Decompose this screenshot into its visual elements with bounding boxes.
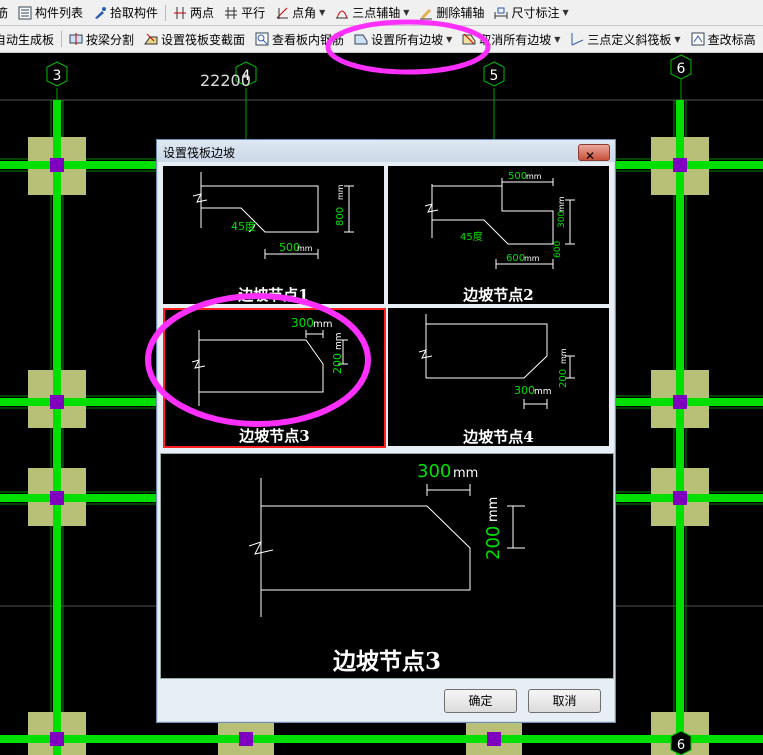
svg-text:mm: mm — [526, 172, 542, 181]
parallel-axis-button[interactable]: 平行 — [219, 2, 270, 24]
toolbar1-item-0[interactable]: 筋 — [0, 2, 13, 24]
svg-text:mm: mm — [524, 254, 540, 263]
svg-text:mm: mm — [453, 466, 478, 481]
svg-text:6: 6 — [677, 738, 685, 753]
three-point-axis-icon — [336, 10, 349, 18]
axis-bubble-5: 5 — [483, 61, 505, 87]
auto-generate-slab-button[interactable]: 自动生成板 — [0, 28, 59, 50]
cancel-button[interactable]: 取消 — [528, 689, 601, 713]
slope-node-4-option[interactable]: 300 mm 200 mm 边坡节点4 — [388, 308, 609, 446]
toolbar-top: 筋 构件列表 拾取构件 两点 平行 点角▼ 三点辅轴▼ 删除辅轴 尺寸标注▼ — [0, 0, 763, 26]
cancel-all-slopes-button[interactable]: 取消所有边坡 ▼ — [457, 28, 565, 50]
three-point-axis-button[interactable]: 三点辅轴 ▼ — [330, 2, 414, 24]
parallel-axis-icon — [225, 6, 238, 19]
svg-text:500: 500 — [508, 171, 527, 182]
toolbar-separator — [165, 4, 167, 21]
svg-text:300: 300 — [417, 461, 451, 482]
toolbar-separator — [61, 31, 63, 47]
dimension-icon — [494, 7, 508, 19]
pick-component-button[interactable]: 拾取构件 — [88, 2, 163, 24]
slope-node-3-label: 边坡节点3 — [239, 427, 310, 445]
svg-text:45度: 45度 — [460, 230, 483, 243]
slope-node-2-label: 边坡节点2 — [463, 286, 534, 304]
slope-node-4-label: 边坡节点4 — [463, 428, 534, 446]
svg-text:mm: mm — [486, 497, 501, 522]
svg-text:200: 200 — [331, 353, 344, 374]
two-point-axis-button[interactable]: 两点 — [168, 2, 219, 24]
svg-text:mm: mm — [313, 319, 332, 330]
view-rebar-icon — [255, 32, 269, 46]
elevation-icon — [691, 32, 705, 46]
close-icon: ✕ — [585, 149, 596, 163]
list-icon — [18, 6, 32, 19]
axis-bubble-6-bottom: 6 — [670, 730, 692, 755]
variable-section-button[interactable]: 设置筏板变截面 — [139, 28, 250, 50]
svg-text:mm: mm — [557, 196, 566, 212]
slope-node-1-label: 边坡节点1 — [238, 286, 309, 304]
dimension-button[interactable]: 尺寸标注 ▼ — [489, 2, 573, 24]
dialog-title: 设置筏板边坡 — [163, 146, 236, 160]
svg-text:mm: mm — [334, 332, 344, 350]
view-rebar-button[interactable]: 查看板内钢筋 — [250, 28, 349, 50]
dimension-text: 22200 — [200, 71, 251, 90]
delete-axis-button[interactable]: 删除辅轴 — [414, 2, 489, 24]
svg-text:300: 300 — [514, 384, 535, 397]
ok-button[interactable]: 确定 — [444, 689, 517, 713]
variable-section-icon — [144, 33, 158, 45]
axis-bubble-6: 6 — [670, 54, 692, 80]
chevron-down-icon: ▼ — [554, 34, 561, 44]
svg-text:600: 600 — [506, 253, 525, 264]
chevron-down-icon: ▼ — [403, 8, 410, 17]
dialog-title-bar[interactable]: 设置筏板边坡 ✕ — [157, 140, 615, 163]
component-list-button[interactable]: 构件列表 — [13, 2, 88, 24]
slope-node-1-option[interactable]: 45度 500 mm 800 mm 边坡节点1 — [163, 166, 384, 304]
svg-text:5: 5 — [490, 68, 499, 84]
cancel-slope-icon — [462, 33, 476, 45]
axis-bubble-3: 3 — [46, 61, 68, 87]
svg-text:3: 3 — [53, 68, 62, 84]
svg-text:mm: mm — [534, 387, 552, 397]
toolbar-second: 自动生成板 按梁分割 设置筏板变截面 查看板内钢筋 设置所有边坡 ▼ 取消所有边坡… — [0, 26, 763, 53]
chevron-down-icon: ▼ — [446, 34, 453, 44]
svg-text:mm: mm — [297, 244, 313, 253]
svg-text:mm: mm — [559, 348, 568, 364]
check-elevation-button[interactable]: 查改标高 — [686, 28, 761, 50]
close-button[interactable]: ✕ — [578, 144, 610, 163]
split-by-beam-icon — [69, 33, 83, 45]
three-point-slab-icon — [571, 33, 584, 46]
chevron-down-icon: ▼ — [562, 8, 569, 17]
set-slope-dialog: 设置筏板边坡 ✕ 45度 500 mm 800 mm 边坡节点1 500 mm … — [156, 139, 616, 723]
svg-text:600: 600 — [553, 241, 563, 258]
slope-node-2-option[interactable]: 500 mm 45度 600 mm 300 mm 600 边坡节点2 — [388, 166, 609, 304]
slope-node-3-option[interactable]: 300 mm 200 mm 边坡节点3 — [163, 308, 386, 448]
split-by-beam-button[interactable]: 按梁分割 — [64, 28, 139, 50]
set-all-slopes-button[interactable]: 设置所有边坡 ▼ — [349, 28, 457, 50]
svg-text:300: 300 — [291, 316, 314, 330]
point-angle-icon — [276, 7, 289, 19]
slope-preview-label: 边坡节点3 — [332, 648, 441, 675]
two-point-axis-icon — [174, 6, 187, 19]
svg-text:200: 200 — [483, 526, 504, 560]
pick-icon — [95, 6, 107, 19]
svg-text:45度: 45度 — [231, 219, 256, 233]
slope-preview-panel: 300 mm 200 mm 边坡节点3 — [160, 453, 614, 679]
chevron-down-icon: ▼ — [319, 8, 326, 17]
three-point-slab-button[interactable]: 三点定义斜筏板 ▼ — [565, 28, 685, 50]
chevron-down-icon: ▼ — [674, 34, 681, 44]
set-slope-icon — [354, 34, 368, 45]
svg-text:300: 300 — [557, 211, 567, 228]
svg-text:200: 200 — [558, 369, 569, 388]
svg-text:mm: mm — [336, 184, 345, 200]
point-angle-button[interactable]: 点角 ▼ — [270, 2, 330, 24]
svg-text:6: 6 — [677, 61, 686, 77]
delete-axis-icon — [420, 8, 433, 19]
svg-text:800: 800 — [335, 207, 346, 226]
